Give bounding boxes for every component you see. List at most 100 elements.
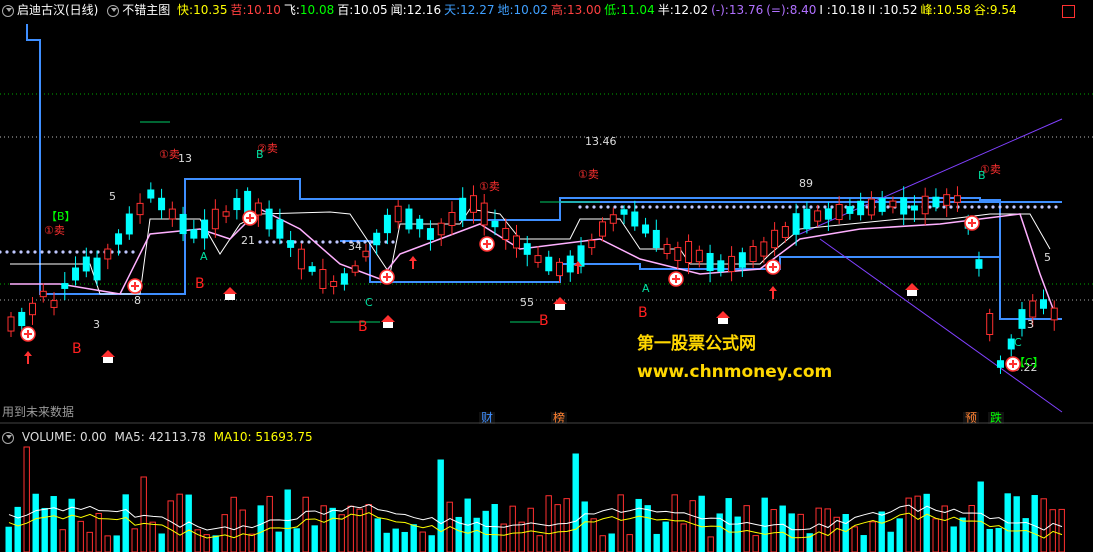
header-label: 地: [497,3,514,17]
price-chart[interactable]: 13.465.221358921 345583 35①卖 ②卖①卖①卖 ①卖①卖BBB B… [0,24,1093,424]
volume-bar [320,505,327,552]
dot-marker [599,205,603,209]
wave-label: A [200,250,208,263]
dot-marker [300,240,304,244]
header-label: (-): [711,3,729,17]
volume-bar [545,495,552,552]
header-label: 快: [177,3,194,17]
ma5-label: MA5: [114,430,145,444]
volume-bar [32,493,39,552]
house-icon [381,315,395,322]
dot-marker [676,205,680,209]
candle-body [61,283,69,289]
volume-menu-icon[interactable] [2,431,14,444]
candle-body [878,198,886,212]
volume-bar [932,518,939,552]
candle-body [50,300,58,308]
fib-label: 13 [178,152,192,165]
dot-marker [0,250,2,254]
volume-bar [815,507,822,552]
volume-bar [707,536,714,552]
dot-marker [307,240,311,244]
dot-marker [830,205,834,209]
dot-marker [272,240,276,244]
volume-bar [581,501,588,552]
volume-bar [554,504,561,552]
candle-body [620,209,628,215]
dot-marker [1026,205,1030,209]
dot-marker [767,205,771,209]
wave-label: C [365,296,373,309]
indicator-name[interactable]: 不错主图 [122,3,170,17]
candle-body [276,219,284,239]
dot-marker [984,205,988,209]
header-label: 飞: [283,3,300,17]
candle-body [147,189,155,199]
sell-signal: ①卖 [159,148,180,161]
candle-body [405,208,413,230]
volume-bar [761,497,768,552]
fib-label: 8 [134,294,141,307]
header-label: 半: [657,3,674,17]
house-icon-body [907,290,917,296]
candle-body [319,269,327,289]
dot-marker [54,250,58,254]
header-label: I : [819,3,831,17]
volume-bar [1040,498,1047,552]
volume-bar [617,494,624,552]
header-values: 快:10.35 苕:10.10 飞:10.08 百:10.05 闻:12.16 天:12.… [177,3,1020,17]
header-value: 12.27 [460,3,495,17]
dot-marker [641,205,645,209]
volume-bar [329,507,336,552]
wave-label: C [1014,336,1022,349]
candle-body [835,203,843,221]
dot-marker [19,250,23,254]
indicator-menu-icon[interactable] [107,4,120,17]
dot-marker [258,240,262,244]
candle-body [663,243,671,255]
wave-label: A [642,282,650,295]
volume-bar [743,505,750,552]
maximize-icon[interactable] [1062,5,1075,18]
candle-body [340,273,348,285]
ma10-value: 51693.75 [255,430,313,444]
dot-marker [669,205,673,209]
volume-bar [257,505,264,552]
header-label: (=): [766,3,790,17]
up-arrow-icon [24,351,32,356]
candle-body [115,233,123,245]
volume-chart[interactable] [0,446,1093,552]
dot-marker [391,240,395,244]
volume-bar [752,535,759,552]
volume-bar [140,476,147,552]
candle-body [588,239,596,249]
collapse-icon[interactable] [2,4,14,17]
candle-body [351,265,359,273]
candle-body [943,194,951,206]
dot-marker [68,250,72,254]
candle-body [642,224,650,234]
buy-signal: B [539,313,549,329]
header-label: 峰: [920,3,937,17]
candle-body [738,252,746,268]
dot-marker [928,205,932,209]
header-value: 10.35 [193,3,228,17]
header-value: 8.40 [789,3,817,17]
volume-bar [311,525,318,552]
header-label: 谷: [973,3,990,17]
header-value: 12.16 [406,3,442,17]
buy-signal: B [72,341,82,357]
volume-bar [572,453,579,552]
dot-marker [655,205,659,209]
volume-bar [896,518,903,552]
volume-bar [428,535,435,552]
candle-body [287,240,295,248]
volume-bar [500,523,507,552]
candle-body [233,197,241,211]
house-icon [716,311,730,318]
house-icon-body [103,357,113,363]
candle-body [512,235,520,249]
volume-bar [401,531,408,552]
dot-marker [363,240,367,244]
volume-bar [959,517,966,552]
